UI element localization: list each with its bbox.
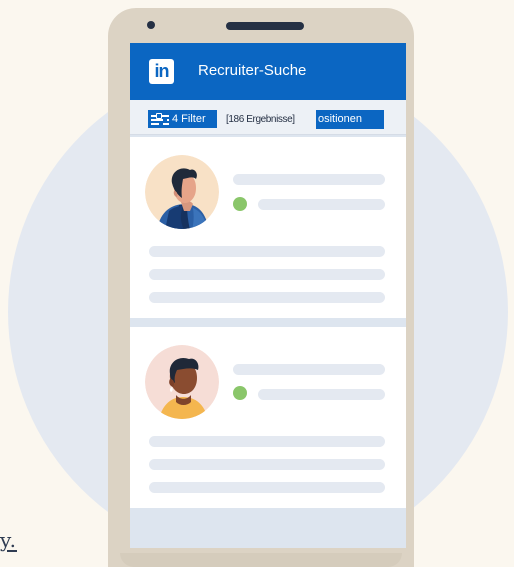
candidate-detail-placeholder: [149, 482, 385, 493]
candidate-name-placeholder: [233, 364, 385, 375]
background-link-fragment: y.: [0, 528, 17, 552]
candidate-detail-placeholder: [149, 246, 385, 257]
linkedin-icon[interactable]: in: [149, 59, 174, 84]
camera-icon: [147, 21, 155, 29]
man-in-blue-jacket-avatar[interactable]: [145, 155, 219, 229]
candidate-status-placeholder: [258, 389, 385, 400]
candidate-card[interactable]: [130, 327, 406, 508]
filter-sliders-icon: [151, 112, 169, 126]
positions-tab[interactable]: ositionen: [316, 110, 384, 129]
candidate-detail-placeholder: [149, 269, 385, 280]
green-status-dot-icon: [233, 386, 247, 400]
candidate-name-placeholder: [233, 174, 385, 185]
phone-screen: in Recruiter-Suche 4 Filter [186 Ergebni…: [130, 43, 406, 548]
green-status-dot-icon: [233, 197, 247, 211]
speaker-grille: [226, 22, 304, 30]
candidate-status-placeholder: [258, 199, 385, 210]
recruiter-search-header: in Recruiter-Suche: [130, 43, 406, 100]
candidate-detail-placeholder: [149, 459, 385, 470]
filter-bar: 4 Filter [186 Ergebnisse] ositionen: [130, 100, 406, 135]
candidate-detail-placeholder: [149, 436, 385, 447]
candidate-card[interactable]: [130, 137, 406, 318]
filter-button-label: 4 Filter: [172, 113, 206, 125]
filter-button[interactable]: 4 Filter: [148, 110, 217, 128]
results-count: [186 Ergebnisse]: [226, 114, 295, 125]
page-title: Recruiter-Suche: [198, 62, 307, 79]
candidate-detail-placeholder: [149, 292, 385, 303]
man-in-yellow-shirt-avatar[interactable]: [145, 345, 219, 419]
phone-frame: in Recruiter-Suche 4 Filter [186 Ergebni…: [108, 8, 414, 567]
